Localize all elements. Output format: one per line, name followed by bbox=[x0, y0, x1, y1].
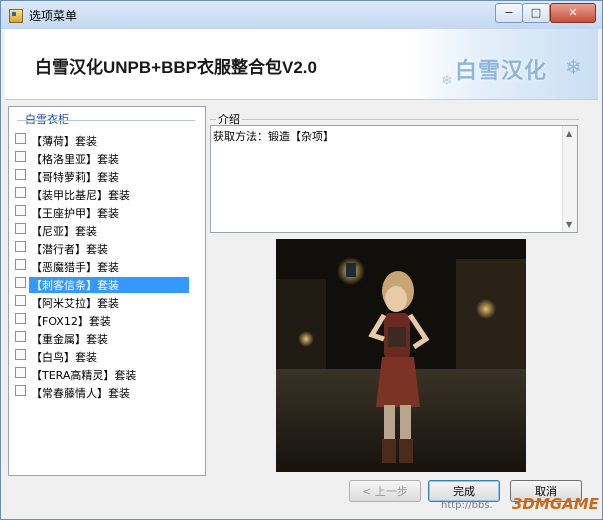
scroll-up-icon[interactable]: ▲ bbox=[566, 129, 572, 138]
list-item[interactable]: 【尼亚】套装 bbox=[13, 221, 189, 238]
previous-button[interactable]: < 上一步 bbox=[349, 480, 421, 502]
list-item[interactable]: 【薄荷】套装 bbox=[13, 131, 189, 148]
intro-divider bbox=[210, 119, 579, 120]
checkbox[interactable] bbox=[15, 241, 26, 252]
list-item[interactable]: 【王座护甲】套装 bbox=[13, 203, 189, 220]
list-item[interactable]: 【阿米艾拉】套装 bbox=[13, 293, 189, 310]
checkbox[interactable] bbox=[15, 385, 26, 396]
wardrobe-list: 白雪衣柜 【薄荷】套装 【格洛里亚】套装 【哥特萝莉】套装 【装甲比基尼】套装 … bbox=[8, 106, 206, 476]
item-label: 【恶魔猎手】套装 bbox=[31, 261, 119, 274]
list-item[interactable]: 【格洛里亚】套装 bbox=[13, 149, 189, 166]
list-item[interactable]: 【哥特萝莉】套装 bbox=[13, 167, 189, 184]
watermark-url: http://bbs. bbox=[441, 500, 493, 511]
snowflake-icon: ❄ bbox=[565, 55, 582, 79]
list-item[interactable]: 【潜行者】套装 bbox=[13, 239, 189, 256]
list-item[interactable]: 【重金属】套装 bbox=[13, 329, 189, 346]
site-watermark: http://bbs. 3DMGAME bbox=[441, 494, 601, 518]
checkbox[interactable] bbox=[15, 223, 26, 234]
checkbox[interactable] bbox=[15, 187, 26, 198]
preview-illustration bbox=[276, 239, 526, 472]
item-label: 【阿米艾拉】套装 bbox=[31, 297, 119, 310]
close-button[interactable]: ✕ bbox=[550, 3, 596, 23]
snowflake-icon: ❄ bbox=[441, 73, 453, 89]
checkbox[interactable] bbox=[15, 295, 26, 306]
options-window: 选项菜单 − □ ✕ 白雪汉化UNPB+BBP衣服整合包V2.0 白雪汉化 ❄ … bbox=[0, 0, 603, 520]
checkbox[interactable] bbox=[15, 331, 26, 342]
checkbox[interactable] bbox=[15, 313, 26, 324]
list-item[interactable]: 【FOX12】套装 bbox=[13, 311, 189, 328]
checkbox[interactable] bbox=[15, 169, 26, 180]
list-item[interactable]: 【常春藤情人】套装 bbox=[13, 383, 189, 400]
intro-group: 介绍 获取方法：锻造【杂项】 ▲ ▼ bbox=[210, 111, 579, 233]
item-label: 【尼亚】套装 bbox=[31, 225, 97, 238]
checkbox[interactable] bbox=[15, 133, 26, 144]
item-label: 【格洛里亚】套装 bbox=[31, 153, 119, 166]
item-label: 【王座护甲】套装 bbox=[31, 207, 119, 220]
wardrobe-divider bbox=[17, 120, 195, 121]
outfit-preview-image bbox=[276, 239, 526, 472]
maximize-button[interactable]: □ bbox=[522, 3, 550, 23]
minimize-button[interactable]: − bbox=[495, 3, 523, 23]
item-label: 【TERA高精灵】套装 bbox=[31, 369, 137, 382]
checkbox[interactable] bbox=[15, 151, 26, 162]
checkbox[interactable] bbox=[15, 205, 26, 216]
wardrobe-title: 白雪衣柜 bbox=[23, 111, 71, 127]
banner-title: 白雪汉化UNPB+BBP衣服整合包V2.0 bbox=[35, 58, 317, 77]
item-label: 【装甲比基尼】套装 bbox=[31, 189, 130, 202]
baixue-logo: 白雪汉化 bbox=[455, 59, 548, 84]
checkbox[interactable] bbox=[15, 367, 26, 378]
item-label: 【FOX12】套装 bbox=[31, 315, 111, 328]
app-icon bbox=[9, 9, 23, 23]
list-item[interactable]: 【TERA高精灵】套装 bbox=[13, 365, 189, 382]
list-item[interactable]: 【装甲比基尼】套装 bbox=[13, 185, 189, 202]
item-label: 【潜行者】套装 bbox=[31, 243, 108, 256]
checkbox[interactable] bbox=[15, 277, 26, 288]
item-label: 【薄荷】套装 bbox=[31, 135, 97, 148]
intro-text: 获取方法：锻造【杂项】 bbox=[213, 130, 334, 143]
list-item[interactable]: 【白鸟】套装 bbox=[13, 347, 189, 364]
title-bar[interactable]: 选项菜单 − □ ✕ bbox=[1, 1, 602, 29]
textarea-scrollbar[interactable]: ▲ ▼ bbox=[562, 126, 577, 232]
intro-textarea[interactable]: 获取方法：锻造【杂项】 ▲ ▼ bbox=[210, 125, 578, 233]
list-item-selected[interactable]: 【刺客信条】套装 bbox=[13, 275, 189, 293]
scroll-down-icon[interactable]: ▼ bbox=[566, 220, 572, 229]
window-title: 选项菜单 bbox=[29, 9, 78, 23]
list-item[interactable]: 【恶魔猎手】套装 bbox=[13, 257, 189, 274]
item-label: 【哥特萝莉】套装 bbox=[31, 171, 119, 184]
checkbox[interactable] bbox=[15, 349, 26, 360]
item-label: 【重金属】套装 bbox=[31, 333, 108, 346]
checkbox[interactable] bbox=[15, 259, 26, 270]
item-label: 【白鸟】套装 bbox=[31, 351, 97, 364]
header-banner: 白雪汉化UNPB+BBP衣服整合包V2.0 白雪汉化 ❄ ❄ bbox=[5, 29, 598, 100]
watermark-logo: 3DMGAME bbox=[512, 495, 599, 513]
item-label: 【常春藤情人】套装 bbox=[31, 387, 130, 400]
item-label: 【刺客信条】套装 bbox=[29, 277, 189, 293]
